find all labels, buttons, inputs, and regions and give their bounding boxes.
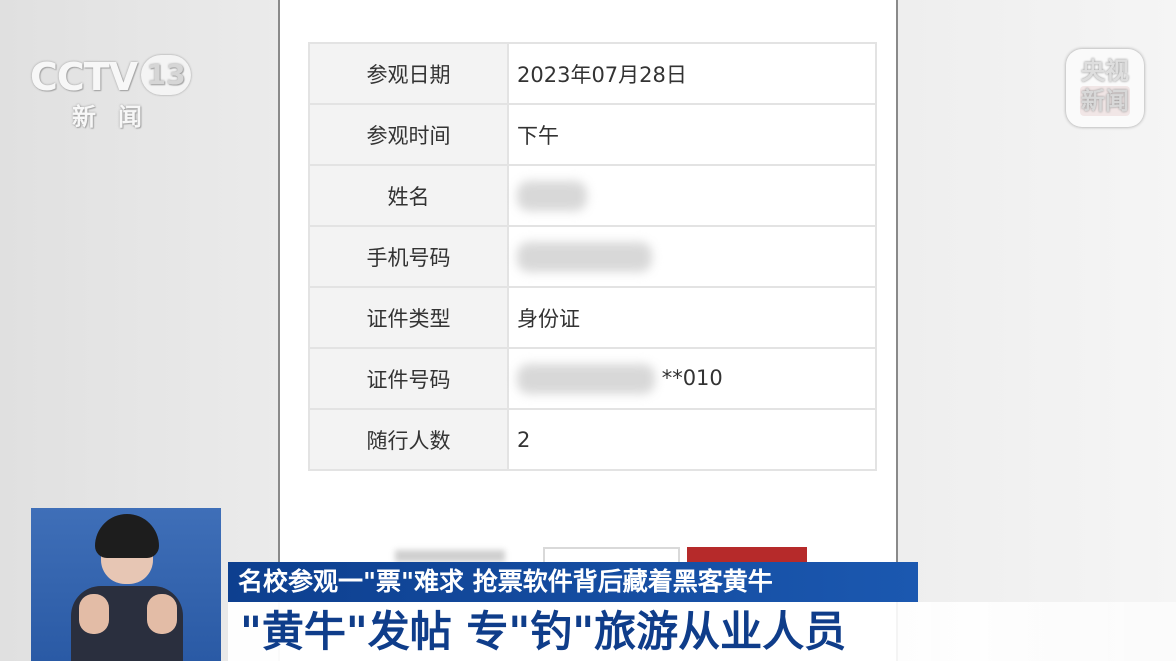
- channel-number: 13: [141, 55, 192, 95]
- cctv-logo-text: CCTV: [30, 55, 138, 99]
- caption-top-banner: 名校参观一"票"难求 抢票软件背后藏着黑客黄牛: [228, 562, 918, 602]
- blurred-id-number: [517, 363, 655, 394]
- id-number-suffix: **010: [661, 365, 723, 390]
- table-row: 参观日期 2023年07月28日: [308, 42, 877, 105]
- table-row: 证件号码 **010: [308, 347, 877, 410]
- yangshi-news-logo: 央视 新闻: [1066, 49, 1144, 127]
- name-value: [507, 164, 877, 227]
- phone-value: [507, 225, 877, 288]
- companions-value: 2: [507, 408, 877, 471]
- name-label: 姓名: [308, 164, 509, 227]
- table-row: 参观时间 下午: [308, 103, 877, 166]
- caption-headline: "黄牛"发帖 专"钓"旅游从业人员: [228, 602, 1176, 661]
- faded-link[interactable]: [395, 550, 505, 562]
- id-type-label: 证件类型: [308, 286, 509, 349]
- yangshi-line1: 央视: [1081, 57, 1129, 85]
- visit-date-value: 2023年07月28日: [507, 42, 877, 105]
- id-number-label: 证件号码: [308, 347, 509, 410]
- visit-time-label: 参观时间: [308, 103, 509, 166]
- visit-info-table: 参观日期 2023年07月28日 参观时间 下午 姓名 手机号码 证件类型 身份…: [308, 42, 877, 471]
- sign-language-interpreter: [31, 508, 221, 661]
- table-row: 姓名: [308, 164, 877, 227]
- id-type-value: 身份证: [507, 286, 877, 349]
- blurred-phone: [517, 241, 652, 272]
- visit-time-value: 下午: [507, 103, 877, 166]
- interpreter-left-hand: [79, 594, 109, 634]
- interpreter-hair: [95, 514, 159, 558]
- cctv13-logo: CCTV 13 新闻: [30, 55, 192, 132]
- interpreter-right-hand: [147, 594, 177, 634]
- table-row: 手机号码: [308, 225, 877, 288]
- table-row: 随行人数 2: [308, 408, 877, 471]
- table-row: 证件类型 身份证: [308, 286, 877, 349]
- visit-date-label: 参观日期: [308, 42, 509, 105]
- phone-label: 手机号码: [308, 225, 509, 288]
- blurred-name: [517, 180, 587, 211]
- id-number-cell: **010: [507, 347, 877, 410]
- companions-label: 随行人数: [308, 408, 509, 471]
- yangshi-line2: 新闻: [1080, 86, 1130, 116]
- cctv-logo-subtitle: 新闻: [72, 103, 164, 131]
